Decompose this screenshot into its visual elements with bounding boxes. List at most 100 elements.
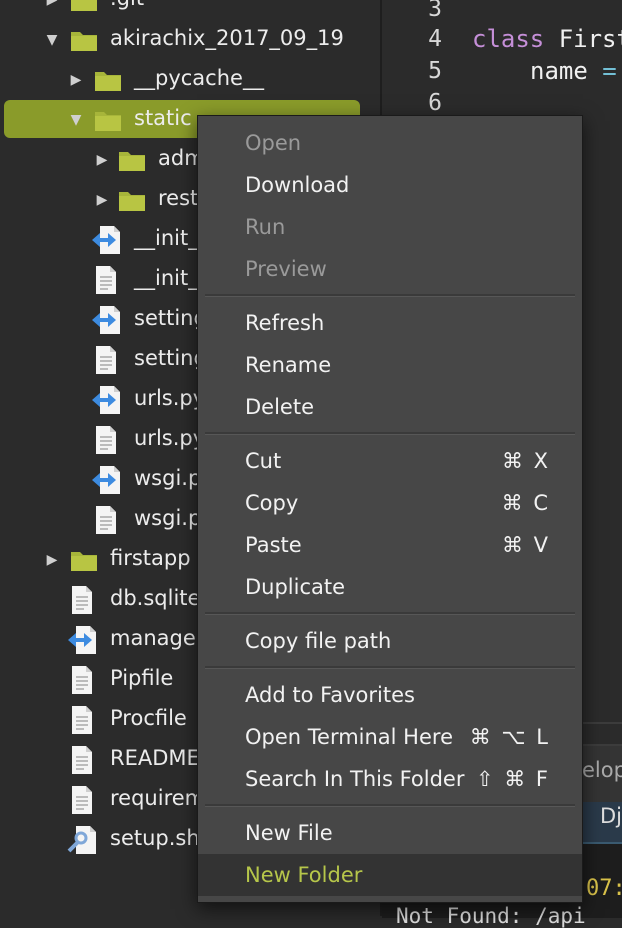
- menu-item-copy-file-path[interactable]: Copy file path: [198, 620, 582, 662]
- tree-item-label: setting: [134, 306, 207, 330]
- folder-icon: [94, 108, 122, 138]
- tree-item-label: README.: [110, 746, 207, 770]
- tree-item-label: __init_: [134, 266, 199, 290]
- code-identifier: First: [558, 25, 622, 53]
- tree-item-label: Procfile: [110, 706, 187, 730]
- code-keyword: class: [472, 25, 545, 53]
- menu-separator: [205, 804, 575, 807]
- code-line-5[interactable]: name =: [530, 57, 617, 85]
- tree-item-label: .git: [110, 0, 144, 10]
- file-icon: [94, 505, 122, 535]
- menu-item-label: Add to Favorites: [245, 683, 415, 707]
- tree-item-label: urls.py: [134, 426, 206, 450]
- menu-item-label: Run: [245, 215, 286, 239]
- folder-icon: [118, 148, 146, 178]
- code-operator: =: [602, 57, 617, 85]
- chevron-down-icon[interactable]: ▼: [68, 112, 84, 128]
- menu-item-add-to-favorites[interactable]: Add to Favorites: [198, 674, 582, 716]
- menu-item-label: Cut: [245, 449, 282, 473]
- file-icon: [94, 345, 122, 375]
- menu-item-label: Copy file path: [245, 629, 392, 653]
- menu-item-cut[interactable]: Cut ⌘ X: [198, 440, 582, 482]
- line-number: 6: [428, 90, 442, 116]
- menu-item-label: Open: [245, 131, 302, 155]
- chevron-right-icon[interactable]: ▶: [94, 192, 110, 208]
- menu-item-rename[interactable]: Rename: [198, 344, 582, 386]
- python-file-icon: [90, 465, 124, 495]
- menu-item-shortcut: ⌘ V: [501, 533, 550, 557]
- folder-icon: [118, 188, 146, 218]
- menu-item-label: Download: [245, 173, 350, 197]
- folder-icon: [70, 548, 98, 578]
- python-file-icon: [90, 385, 124, 415]
- chevron-right-icon[interactable]: ▶: [44, 552, 60, 568]
- menu-separator: [205, 612, 575, 615]
- tree-item[interactable]: ▶ .git: [0, 0, 382, 20]
- menu-item-preview: Preview: [198, 248, 582, 290]
- menu-item-label: New File: [245, 821, 333, 845]
- tree-item-label: akirachix_2017_09_19: [110, 26, 344, 50]
- menu-item-new-file[interactable]: New File: [198, 812, 582, 854]
- menu-item-paste[interactable]: Paste ⌘ V: [198, 524, 582, 566]
- tree-item-label: Pipfile: [110, 666, 174, 690]
- menu-item-copy[interactable]: Copy ⌘ C: [198, 482, 582, 524]
- menu-item-label: Rename: [245, 353, 332, 377]
- menu-item-shortcut: ⌘ C: [501, 491, 550, 515]
- menu-item-label: Copy: [245, 491, 299, 515]
- chevron-right-icon[interactable]: ▶: [68, 72, 84, 88]
- tree-item-label: setting: [134, 346, 207, 370]
- file-icon: [70, 745, 98, 775]
- menu-item-label: Paste: [245, 533, 302, 557]
- file-icon: [70, 705, 98, 735]
- log-time: 07:: [586, 876, 622, 901]
- tree-item-label: urls.py: [134, 386, 206, 410]
- tree-item-label: static: [134, 106, 192, 130]
- panel-tab-label[interactable]: elop: [582, 758, 622, 782]
- menu-item-open-terminal-here[interactable]: Open Terminal Here ⌘ ⌥ L: [198, 716, 582, 758]
- menu-separator: [205, 666, 575, 669]
- menu-item-refresh[interactable]: Refresh: [198, 302, 582, 344]
- tree-item-label: manage.: [110, 626, 203, 650]
- menu-item-label: New Folder: [245, 863, 363, 887]
- tree-item-label: setup.sh: [110, 826, 200, 850]
- file-icon: [70, 585, 98, 615]
- menu-item-duplicate[interactable]: Duplicate: [198, 566, 582, 608]
- tree-item-label: wsgi.p: [134, 506, 202, 530]
- tree-item-label: __init_: [134, 226, 199, 250]
- python-file-icon: [66, 625, 100, 655]
- menu-item-delete[interactable]: Delete: [198, 386, 582, 428]
- menu-item-label: Duplicate: [245, 575, 346, 599]
- menu-item-label: Search In This Folder: [245, 767, 465, 791]
- menu-item-shortcut: ⌘ ⌥ L: [469, 725, 550, 749]
- tree-item-label: wsgi.p: [134, 466, 202, 490]
- log-message: Not Found: /api: [396, 904, 586, 928]
- tree-item-label: __pycache__: [134, 66, 264, 90]
- menu-item-shortcut: ⌘ X: [501, 449, 550, 473]
- file-icon: [70, 665, 98, 695]
- menu-separator: [205, 432, 575, 435]
- menu-item-download[interactable]: Download: [198, 164, 582, 206]
- code-line-4[interactable]: class First: [472, 25, 622, 53]
- menu-item-label: Preview: [245, 257, 327, 281]
- menu-item-shortcut: ⇧ ⌘ F: [475, 767, 550, 791]
- chevron-right-icon[interactable]: ▶: [94, 152, 110, 168]
- folder-icon: [70, 28, 98, 58]
- folder-icon: [70, 0, 98, 18]
- menu-item-new-folder[interactable]: New Folder: [198, 854, 582, 896]
- line-number: 3: [428, 0, 442, 22]
- file-icon: [94, 265, 122, 295]
- chevron-down-icon[interactable]: ▼: [44, 32, 60, 48]
- menu-item-run: Run: [198, 206, 582, 248]
- code-identifier: name: [530, 57, 588, 85]
- python-file-icon: [90, 225, 124, 255]
- file-icon: [94, 425, 122, 455]
- menu-item-label: Open Terminal Here: [245, 725, 453, 749]
- panel-header-label: Dj: [600, 804, 622, 828]
- folder-icon: [94, 68, 122, 98]
- menu-item-search-in-this-folder[interactable]: Search In This Folder ⇧ ⌘ F: [198, 758, 582, 800]
- tree-item[interactable]: ▶ __pycache__: [0, 60, 382, 100]
- chevron-right-icon[interactable]: ▶: [44, 0, 60, 8]
- context-menu: Open Download Run Preview Refresh Rename Delet…: [197, 115, 583, 903]
- tree-item-label: requirem: [110, 786, 206, 810]
- tree-item[interactable]: ▼ akirachix_2017_09_19: [0, 20, 382, 60]
